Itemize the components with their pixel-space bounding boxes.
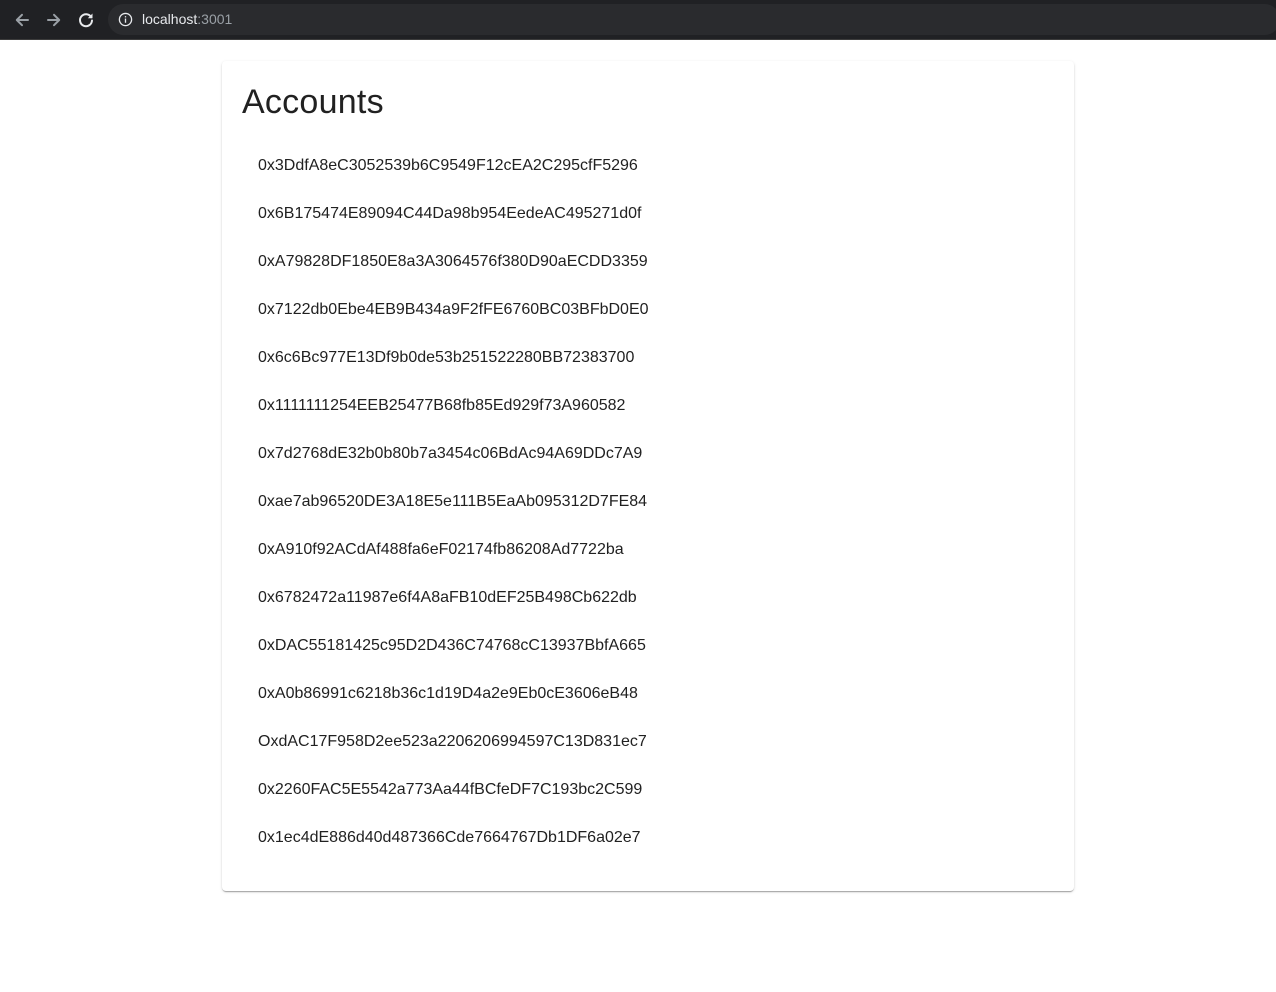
reload-button[interactable] (73, 7, 99, 33)
account-item: 0x1ec4dE886d40d487366Cde7664767Db1DF6a02… (258, 829, 641, 846)
account-item: 0x6B175474E89094C44Da98b954EedeAC495271d… (258, 205, 642, 222)
account-item: 0x6782472a11987e6f4A8aFB10dEF25B498Cb622… (258, 589, 637, 606)
account-item: 0xA79828DF1850E8a3A3064576f380D90aECDD33… (258, 253, 648, 270)
back-button[interactable] (9, 7, 35, 33)
url-port: :3001 (197, 11, 233, 27)
reload-icon (79, 13, 93, 28)
browser-toolbar: localhost:3001 (0, 0, 1276, 40)
account-item: 0x1111111254EEB25477B68fb85Ed929f73A9605… (258, 397, 626, 414)
url-text[interactable]: localhost:3001 (142, 11, 232, 28)
account-item: 0xDAC55181425c95D2D436C74768cC13937BbfA6… (258, 637, 646, 654)
account-item: 0x7122db0Ebe4EB9B434a9F2fFE6760BC03BFbD0… (258, 301, 649, 318)
account-item: 0xA0b86991c6218b36c1d19D4a2e9Eb0cE3606eB… (258, 685, 638, 702)
page-title: Accounts (242, 83, 384, 121)
address-bar[interactable]: localhost:3001 (108, 4, 1276, 35)
accounts-card: Accounts 0x3DdfA8eC3052539b6C9549F12cEA2… (222, 61, 1074, 891)
accounts-list: 0x3DdfA8eC3052539b6C9549F12cEA2C295cfF52… (222, 142, 1074, 862)
account-item: 0xA910f92ACdAf488fa6eF02174fb86208Ad7722… (258, 541, 624, 558)
account-item: 0x7d2768dE32b0b80b7a3454c06BdAc94A69DDc7… (258, 445, 643, 462)
account-item: 0x6c6Bc977E13Df9b0de53b251522280BB723837… (258, 349, 635, 366)
account-item: 0x3DdfA8eC3052539b6C9549F12cEA2C295cfF52… (258, 157, 638, 174)
account-item: OxdAC17F958D2ee523a2206206994597C13D831e… (258, 733, 647, 750)
account-item: 0xae7ab96520DE3A18E5e111B5EaAb095312D7FE… (258, 493, 648, 510)
arrow-right-icon (47, 13, 61, 27)
info-icon[interactable] (118, 12, 133, 27)
account-item: 0x2260FAC5E5542a773Aa44fBCfeDF7C193bc2C5… (258, 781, 643, 798)
url-host: localhost (142, 11, 198, 27)
arrow-left-icon (15, 13, 29, 27)
forward-button[interactable] (41, 7, 67, 33)
